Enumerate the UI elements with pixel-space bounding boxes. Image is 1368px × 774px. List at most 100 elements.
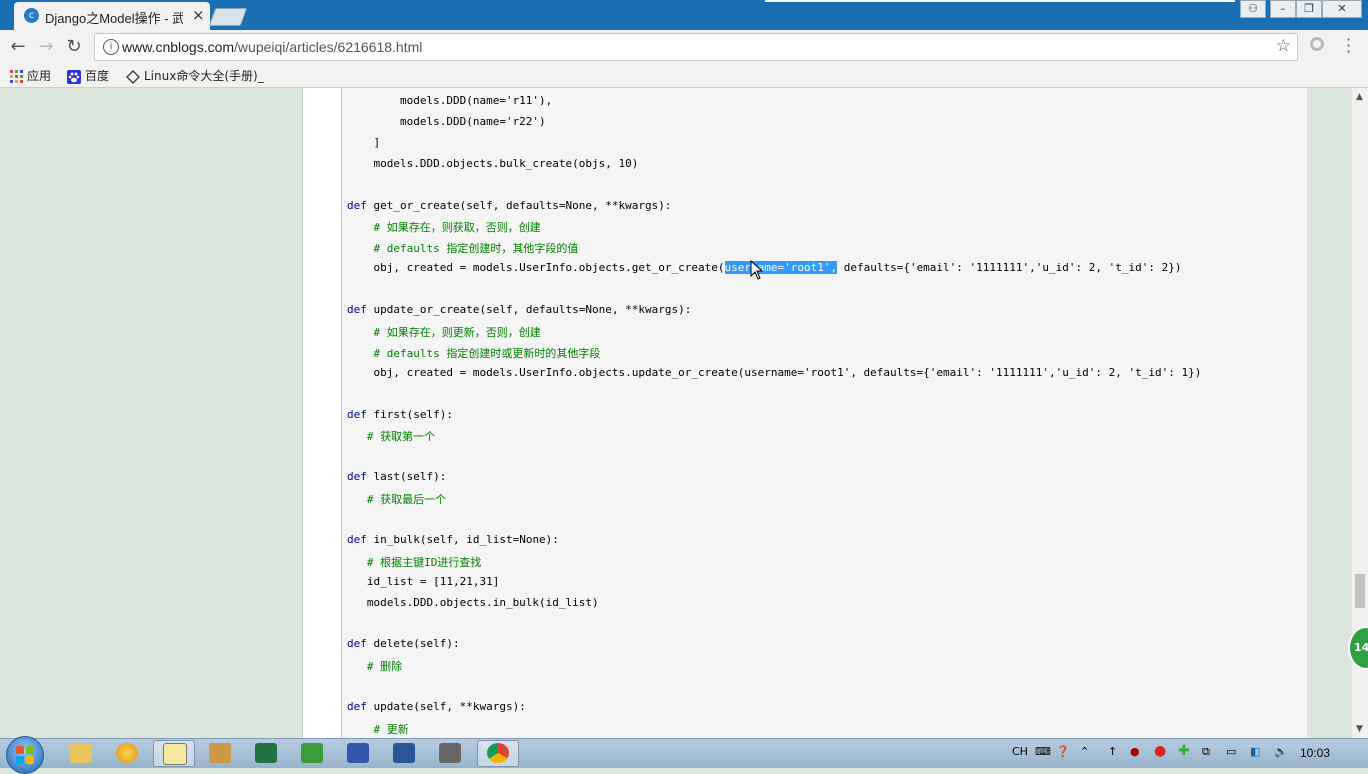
keyword-def: def (347, 700, 367, 714)
code-line: models.DDD.objects.bulk_create(objs, 10) (347, 156, 639, 170)
code-line: obj, created = models.UserInfo.objects.g… (347, 261, 1182, 275)
keyboard-icon[interactable]: ⌨ (1035, 745, 1051, 758)
scroll-down-arrow-icon[interactable]: ▼ (1356, 724, 1363, 734)
code-line: def update(self, **kwargs): (347, 700, 526, 713)
paint-tool-icon[interactable] (209, 743, 231, 763)
code-comment: # 获取第一个 (347, 430, 436, 444)
tab-close-icon[interactable]: × (192, 6, 205, 24)
mouse-cursor-icon (750, 260, 764, 280)
excel-icon[interactable] (255, 743, 277, 763)
code-text: first(self): (366, 407, 453, 421)
scrollbar-thumb[interactable] (1355, 574, 1365, 608)
code-comment: # 更新 (347, 723, 409, 736)
minimize-icon[interactable]: – (1270, 0, 1296, 18)
code-block: models.DDD(name='r11'), models.DDD(name=… (341, 88, 1307, 738)
windows-taskbar: CH ⌨ ❓ ⌃ ↑ ● ● ✚ ⧉ ▭ ◧ 🔈 10:03 (0, 736, 1368, 774)
code-line: # 获取最后一个 (347, 491, 446, 507)
tray-plus-icon[interactable]: ✚ (1178, 743, 1190, 759)
code-line: models.DDD(name='r11'), (347, 94, 553, 107)
recording-icon[interactable]: ● (1154, 743, 1166, 759)
code-line: def update_or_create(self, defaults=None… (347, 303, 691, 316)
code-comment: # 根据主键ID进行查找 (347, 555, 482, 569)
reload-icon[interactable]: ↻ (63, 36, 85, 57)
code-text: get_or_create(self, defaults=None, **kwa… (366, 198, 672, 212)
input-language-indicator[interactable]: CH (1012, 745, 1028, 758)
forward-arrow-icon[interactable]: → (35, 36, 57, 57)
bookmark-star-icon[interactable]: ☆ (1276, 36, 1291, 56)
media-player-icon[interactable] (116, 743, 138, 763)
code-line: ] (347, 135, 381, 149)
code-comment: # 删除 (347, 660, 403, 674)
extension-icon[interactable] (1310, 37, 1324, 51)
save-disk-icon[interactable] (347, 743, 369, 763)
code-text: update_or_create(self, defaults=None, **… (366, 303, 692, 316)
code-line: def in_bulk(self, id_list=None): (347, 533, 559, 546)
url-text[interactable]: www.cnblogs.com/wupeiqi/articles/6216618… (122, 39, 422, 55)
window-title-highlight (765, 0, 1235, 2)
code-comment: # 如果存在，则更新，否则，创建 (347, 325, 541, 339)
notepad-icon[interactable] (163, 743, 187, 765)
tray-app-icon[interactable]: ● (1130, 745, 1140, 758)
code-text: delete(self): (366, 637, 460, 651)
code-text: in_bulk(self, id_list=None): (366, 532, 559, 546)
tab-title: Django之Model操作 - 武 (45, 11, 183, 26)
address-bar[interactable]: i www.cnblogs.com/wupeiqi/articles/62166… (94, 33, 1298, 61)
code-line: def delete(self): (347, 637, 460, 650)
system-clock[interactable]: 10:03 (1300, 746, 1330, 760)
volume-icon[interactable]: 🔈 (1274, 745, 1288, 758)
network-icon[interactable]: ⧉ (1202, 745, 1210, 759)
browser-tab-active[interactable]: c Django之Model操作 - 武 × (14, 2, 210, 30)
selected-text[interactable]: username='root1', (724, 261, 838, 275)
start-button[interactable] (6, 736, 44, 774)
display-icon[interactable]: ▭ (1226, 745, 1236, 758)
chrome-icon[interactable] (487, 743, 509, 763)
keyword-def: def (347, 198, 367, 212)
security-icon[interactable]: ◧ (1250, 745, 1260, 758)
help-icon[interactable]: ❓ (1056, 745, 1070, 758)
browser-toolbar: ← → ↻ i www.cnblogs.com/wupeiqi/articles… (0, 30, 1368, 64)
keyword-def: def (347, 470, 367, 484)
scroll-up-arrow-icon[interactable]: ▲ (1356, 92, 1363, 102)
code-line: # 如果存在，则更新，否则，创建 (347, 324, 541, 340)
code-line: id_list = [11,21,31] (347, 574, 500, 588)
code-text: last(self): (366, 470, 447, 484)
code-line: def get_or_create(self, defaults=None, *… (347, 199, 672, 212)
baidu-paw-icon (67, 69, 81, 84)
bookmark-apps[interactable]: 应用 (10, 67, 51, 84)
pycharm-icon[interactable] (301, 743, 323, 763)
code-line: # defaults 指定创建时，其他字段的值 (347, 240, 578, 256)
restore-icon[interactable]: ❐ (1296, 0, 1322, 18)
code-line: # 根据主键ID进行查找 (347, 554, 482, 570)
bookmark-linux[interactable]: Linux命令大全(手册)_ (126, 67, 264, 84)
code-comment: # 如果存在，则获取，否则，创建 (347, 221, 541, 235)
site-info-icon[interactable]: i (103, 39, 119, 55)
chrome-menu-icon[interactable]: · · · (1346, 32, 1351, 60)
tray-expand-icon[interactable]: ⌃ (1080, 745, 1089, 758)
file-explorer-icon[interactable] (70, 743, 92, 763)
back-arrow-icon[interactable]: ← (7, 36, 29, 57)
close-window-icon[interactable]: ✕ (1322, 0, 1362, 18)
code-line: def first(self): (347, 408, 453, 421)
bookmark-baidu[interactable]: 百度 (67, 67, 109, 84)
code-line: obj, created = models.UserInfo.objects.u… (347, 365, 1202, 379)
code-line: # 更新 (347, 721, 409, 737)
apps-grid-icon (10, 70, 23, 83)
code-line: # 如果存在，则获取，否则，创建 (347, 219, 541, 235)
keyword-def: def (347, 303, 367, 316)
linux-bookmark-icon (126, 69, 140, 84)
code-text: defaults={'email': '1111111','u_id': 2, … (837, 261, 1182, 275)
code-line: models.DDD(name='r22') (347, 114, 546, 128)
upload-arrow-icon[interactable]: ↑ (1108, 745, 1117, 758)
article-body: models.DDD(name='r11'), models.DDD(name=… (302, 88, 1307, 738)
keyword-def: def (347, 407, 367, 421)
keyword-def: def (347, 532, 367, 546)
tools-icon[interactable] (439, 743, 461, 763)
new-tab-button[interactable] (208, 8, 248, 26)
user-profile-icon[interactable]: ⚇ (1240, 0, 1266, 18)
word-icon[interactable] (393, 743, 415, 763)
code-line: def last(self): (347, 470, 446, 483)
tab-strip: c Django之Model操作 - 武 × ⚇ – ❐ ✕ (0, 0, 1368, 30)
code-comment: # defaults 指定创建时或更新时的其他字段 (347, 346, 601, 360)
code-line: models.DDD.objects.in_bulk(id_list) (347, 595, 599, 609)
cnblogs-favicon-icon: c (24, 8, 39, 23)
